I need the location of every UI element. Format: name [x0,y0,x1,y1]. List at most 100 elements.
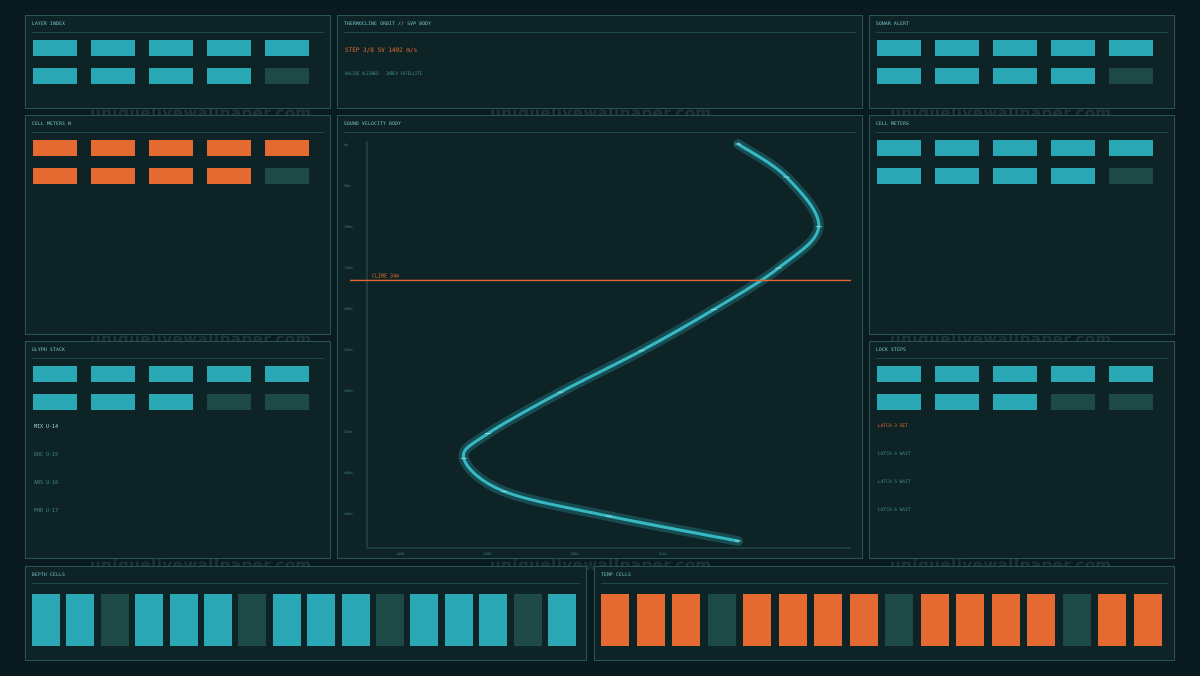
meter-cell[interactable] [207,394,251,410]
depth-cell[interactable] [100,594,129,646]
meter-cell[interactable] [1051,394,1095,410]
meter-cell[interactable] [265,394,309,410]
meter-cell[interactable] [935,68,979,84]
depth-cell[interactable] [238,594,267,646]
glyph-item[interactable]: MIX U-14 [34,424,58,430]
meter-cell[interactable] [91,168,135,184]
meter-cell[interactable] [1109,366,1153,382]
meter-cell[interactable] [207,168,251,184]
meter-cell[interactable] [33,68,77,84]
temp-cell[interactable] [601,594,629,646]
depth-cell[interactable] [272,594,301,646]
temp-cell[interactable] [672,594,700,646]
meter-cell[interactable] [149,40,193,56]
meter-cell[interactable] [1051,68,1095,84]
meter-cell[interactable] [33,394,77,410]
meter-cell[interactable] [935,140,979,156]
meter-cell[interactable] [149,394,193,410]
meter-cell[interactable] [265,366,309,382]
meter-cell[interactable] [207,68,251,84]
meter-cell[interactable] [877,366,921,382]
meter-cell[interactable] [1051,140,1095,156]
meter-cell[interactable] [1109,40,1153,56]
meter-cell[interactable] [91,366,135,382]
meter-cell[interactable] [265,68,309,84]
meter-cell[interactable] [1109,394,1153,410]
depth-cell[interactable] [410,594,439,646]
depth-cell[interactable] [307,594,336,646]
lock-item[interactable]: LATCH 5 WAIT [878,480,911,485]
meter-cell[interactable] [1109,140,1153,156]
temp-cell[interactable] [1098,594,1126,646]
lock-item[interactable]: LATCH 3 SET [878,424,908,429]
meter-cell[interactable] [33,366,77,382]
glyph-item[interactable]: PHD U-17 [34,508,58,514]
depth-cell[interactable] [204,594,232,646]
temp-cell[interactable] [778,594,807,646]
depth-cell[interactable] [135,594,164,646]
lock-item[interactable]: LATCH 4 WAIT [878,452,911,457]
meter-cell[interactable] [33,168,77,184]
meter-cell[interactable] [149,68,193,84]
temp-cell[interactable] [636,594,665,646]
meter-cell[interactable] [1051,168,1095,184]
temp-cell[interactable] [1133,594,1162,646]
temp-cell[interactable] [743,594,771,646]
meter-cell[interactable] [1109,68,1153,84]
depth-cell[interactable] [513,594,542,646]
meter-cell[interactable] [935,366,979,382]
depth-cell[interactable] [32,594,60,646]
depth-cell[interactable] [66,594,95,646]
depth-cell[interactable] [479,594,508,646]
meter-cell[interactable] [91,394,135,410]
depth-cell[interactable] [169,594,198,646]
temp-cell[interactable] [956,594,984,646]
temp-cell[interactable] [1027,594,1055,646]
meter-cell[interactable] [33,140,77,156]
meter-cell[interactable] [207,140,251,156]
temp-cell[interactable] [814,594,842,646]
meter-cell[interactable] [1051,366,1095,382]
temp-cell[interactable] [707,594,736,646]
meter-cell[interactable] [207,40,251,56]
meter-cell[interactable] [265,140,309,156]
meter-cell[interactable] [91,68,135,84]
glyph-item[interactable]: ABS U-16 [34,480,58,486]
meter-cell[interactable] [877,68,921,84]
depth-cell[interactable] [341,594,370,646]
depth-cell[interactable] [376,594,404,646]
glyph-item[interactable]: DUC U-15 [34,452,58,458]
meter-cell[interactable] [207,366,251,382]
meter-cell[interactable] [265,168,309,184]
meter-cell[interactable] [1109,168,1153,184]
meter-cell[interactable] [877,168,921,184]
temp-cell[interactable] [920,594,949,646]
meter-cell[interactable] [993,68,1037,84]
meter-cell[interactable] [1051,40,1095,56]
meter-cell[interactable] [993,366,1037,382]
meter-cell[interactable] [877,394,921,410]
meter-cell[interactable] [91,40,135,56]
meter-cell[interactable] [877,140,921,156]
meter-cell[interactable] [265,40,309,56]
lock-item[interactable]: LATCH 6 WAIT [878,508,911,513]
meter-cell[interactable] [149,140,193,156]
temp-cell[interactable] [849,594,878,646]
depth-cell[interactable] [444,594,473,646]
meter-cell[interactable] [993,168,1037,184]
meter-cell[interactable] [935,168,979,184]
temp-cell[interactable] [1062,594,1091,646]
meter-cell[interactable] [993,140,1037,156]
depth-cell[interactable] [548,594,576,646]
temp-cell[interactable] [885,594,913,646]
temp-cell[interactable] [991,594,1020,646]
meter-cell[interactable] [149,366,193,382]
meter-cell[interactable] [935,394,979,410]
meter-cell[interactable] [993,40,1037,56]
meter-cell[interactable] [91,140,135,156]
meter-cell[interactable] [877,40,921,56]
meter-cell[interactable] [993,394,1037,410]
meter-cell[interactable] [33,40,77,56]
meter-cell[interactable] [935,40,979,56]
meter-cell[interactable] [149,168,193,184]
